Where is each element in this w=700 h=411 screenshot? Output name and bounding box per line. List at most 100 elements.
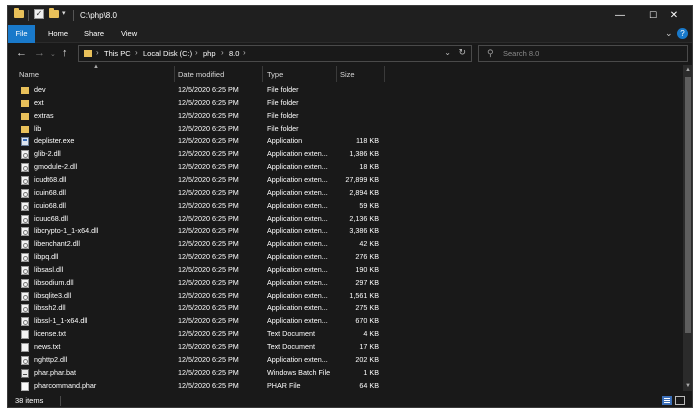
file-date-modified: 12/5/2020 6:25 PM <box>178 162 239 172</box>
details-view-icon[interactable] <box>662 396 672 405</box>
file-name: ext <box>34 97 44 107</box>
help-icon[interactable]: ? <box>677 28 688 39</box>
file-name: libsasl.dll <box>34 264 64 274</box>
dll-icon <box>21 214 29 224</box>
breadcrumb-8-0[interactable]: 8.0 <box>229 49 239 58</box>
file-row[interactable]: libsqlite3.dll 12/5/2020 6:25 PM Applicati… <box>8 290 680 303</box>
column-divider[interactable] <box>384 66 385 82</box>
file-row[interactable]: icuuc68.dll 12/5/2020 6:25 PM Application … <box>8 213 680 226</box>
file-date-modified: 12/5/2020 6:25 PM <box>178 187 239 197</box>
file-row[interactable]: libssh2.dll 12/5/2020 6:25 PM Application … <box>8 302 680 315</box>
chevron-right-icon[interactable]: › <box>195 48 198 57</box>
chevron-down-icon[interactable]: ⌄ <box>665 28 673 39</box>
new-folder-icon[interactable] <box>49 8 59 18</box>
file-row[interactable]: ext 12/5/2020 6:25 PM File folder <box>8 97 680 110</box>
file-row[interactable]: license.txt 12/5/2020 6:25 PM Text Documen… <box>8 328 680 341</box>
file-row[interactable]: libcrypto-1_1-x64.dll 12/5/2020 6:25 PM Ap… <box>8 225 680 238</box>
column-size[interactable]: Size <box>340 70 355 79</box>
file-row[interactable]: pharcommand.phar 12/5/2020 6:25 PM PHAR Fi… <box>8 380 680 391</box>
file-type: Application exten... <box>267 252 328 262</box>
properties-icon[interactable]: ✓ <box>34 9 44 19</box>
chevron-right-icon[interactable]: › <box>221 48 224 57</box>
address-bar[interactable]: › This PC › Local Disk (C:) › php › 8.0 … <box>78 45 472 62</box>
file-row[interactable]: icudt68.dll 12/5/2020 6:25 PM Application … <box>8 174 680 187</box>
file-type: File folder <box>267 110 299 120</box>
dll-icon <box>21 227 29 237</box>
breadcrumb-this-pc[interactable]: This PC <box>104 49 131 58</box>
file-row[interactable]: lib 12/5/2020 6:25 PM File folder <box>8 123 680 136</box>
scrollbar-thumb[interactable] <box>685 77 691 333</box>
file-row[interactable]: deplister.exe 12/5/2020 6:25 PM Applicatio… <box>8 135 680 148</box>
column-divider[interactable] <box>262 66 263 82</box>
file-date-modified: 12/5/2020 6:25 PM <box>178 380 239 390</box>
file-type: Application exten... <box>267 290 328 300</box>
search-box[interactable]: ⚲ Search 8.0 <box>478 45 688 62</box>
file-name: libsodium.dll <box>34 277 74 287</box>
file-size: 1,561 KB <box>349 290 379 300</box>
search-input[interactable]: Search 8.0 <box>503 49 539 58</box>
file-name: icudt68.dll <box>34 174 67 184</box>
recent-locations-icon[interactable]: ⌄ <box>50 48 56 62</box>
file-size: 64 KB <box>359 380 379 390</box>
file-date-modified: 12/5/2020 6:25 PM <box>178 149 239 159</box>
chevron-right-icon[interactable]: › <box>96 48 99 57</box>
forward-arrow-icon[interactable]: → <box>34 46 45 60</box>
file-row[interactable]: icuio68.dll 12/5/2020 6:25 PM Application … <box>8 200 680 213</box>
up-arrow-icon[interactable]: ↑ <box>62 46 68 60</box>
file-date-modified: 12/5/2020 6:25 PM <box>178 213 239 223</box>
file-size: 1,386 KB <box>349 149 379 159</box>
file-type: Application exten... <box>267 213 328 223</box>
file-row[interactable]: news.txt 12/5/2020 6:25 PM Text Document 17… <box>8 341 680 354</box>
breadcrumb-php[interactable]: php <box>203 49 216 58</box>
folder-icon <box>84 50 92 57</box>
file-row[interactable]: glib-2.dll 12/5/2020 6:25 PM Application e… <box>8 148 680 161</box>
tab-file[interactable]: File <box>8 25 35 43</box>
folder-icon <box>21 99 29 107</box>
file-row[interactable]: phar.phar.bat 12/5/2020 6:25 PM Windows Ba… <box>8 367 680 380</box>
file-date-modified: 12/5/2020 6:25 PM <box>178 354 239 364</box>
vertical-scrollbar[interactable]: ▲ ▼ <box>683 65 692 391</box>
refresh-icon[interactable]: ↻ <box>458 47 466 58</box>
chevron-right-icon[interactable]: › <box>243 48 246 57</box>
file-row[interactable]: libsodium.dll 12/5/2020 6:25 PM Applicatio… <box>8 277 680 290</box>
file-size: 2,894 KB <box>349 187 379 197</box>
scroll-up-icon[interactable]: ▲ <box>683 65 692 75</box>
file-date-modified: 12/5/2020 6:25 PM <box>178 264 239 274</box>
tab-view[interactable]: View <box>121 25 137 43</box>
file-row[interactable]: dev 12/5/2020 6:25 PM File folder <box>8 84 680 97</box>
file-name: libsqlite3.dll <box>34 290 72 300</box>
file-row[interactable]: libssl-1_1-x64.dll 12/5/2020 6:25 PM Appli… <box>8 315 680 328</box>
file-row[interactable]: icuin68.dll 12/5/2020 6:25 PM Application … <box>8 187 680 200</box>
file-type: Application exten... <box>267 149 328 159</box>
file-row[interactable]: libenchant2.dll 12/5/2020 6:25 PM Applicat… <box>8 238 680 251</box>
column-type[interactable]: Type <box>267 70 283 79</box>
tab-home[interactable]: Home <box>48 25 68 43</box>
file-row[interactable]: extras 12/5/2020 6:25 PM File folder <box>8 110 680 123</box>
file-row[interactable]: gmodule-2.dll 12/5/2020 6:25 PM Applicatio… <box>8 161 680 174</box>
column-name[interactable]: Name <box>19 70 39 79</box>
back-arrow-icon[interactable]: ← <box>16 46 27 60</box>
breadcrumb-local-disk[interactable]: Local Disk (C:) <box>143 49 192 58</box>
file-date-modified: 12/5/2020 6:25 PM <box>178 97 239 107</box>
file-date-modified: 12/5/2020 6:25 PM <box>178 110 239 120</box>
file-size: 297 KB <box>355 277 379 287</box>
address-history-icon[interactable]: ⌄ <box>444 48 451 57</box>
file-row[interactable]: libpq.dll 12/5/2020 6:25 PM Application ex… <box>8 251 680 264</box>
tab-share[interactable]: Share <box>84 25 104 43</box>
file-type: Application exten... <box>267 316 328 326</box>
close-button[interactable]: ✕ <box>654 6 692 25</box>
file-name: icuio68.dll <box>34 200 66 210</box>
chevron-right-icon[interactable]: › <box>135 48 138 57</box>
sort-ascending-icon: ▲ <box>93 64 99 70</box>
column-date-modified[interactable]: Date modified <box>178 70 224 79</box>
file-row[interactable]: nghttp2.dll 12/5/2020 6:25 PM Application … <box>8 354 680 367</box>
file-row[interactable]: libsasl.dll 12/5/2020 6:25 PM Application … <box>8 264 680 277</box>
explorer-window: ✓ ▾ C:\php\8.0 — ☐ ✕ File Home Share Vie… <box>7 5 693 408</box>
customize-toolbar-icon[interactable]: ▾ <box>62 9 66 17</box>
large-icons-view-icon[interactable] <box>675 396 685 405</box>
column-divider[interactable] <box>336 66 337 82</box>
file-name: lib <box>34 123 42 133</box>
scroll-down-icon[interactable]: ▼ <box>683 381 692 391</box>
file-type: Application exten... <box>267 226 328 236</box>
column-divider[interactable] <box>174 66 175 82</box>
